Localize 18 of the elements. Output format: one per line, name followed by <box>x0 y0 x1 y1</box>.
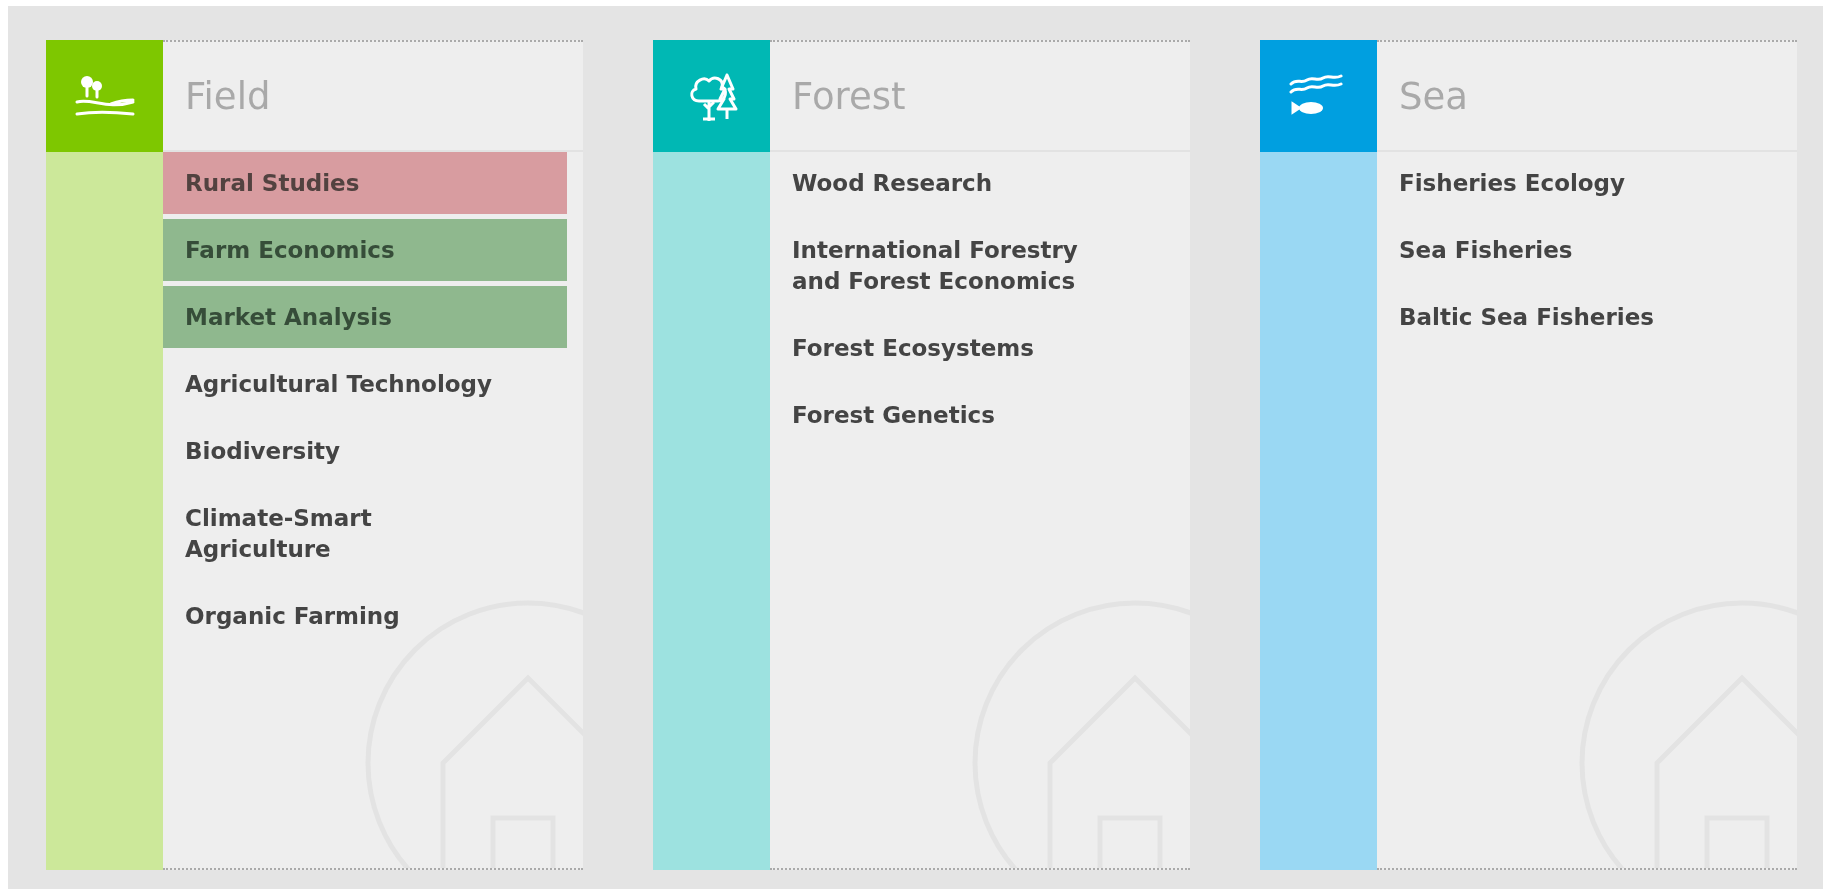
menu-item[interactable]: Fisheries Ecology <box>1377 152 1781 215</box>
menu-item[interactable]: Wood Research <box>770 152 1174 215</box>
menu-item[interactable]: Agricultural Technology <box>163 353 567 416</box>
card-title: Sea <box>1399 74 1468 118</box>
menu-item[interactable]: Biodiversity <box>163 420 567 483</box>
menu-item[interactable]: Farm Economics <box>163 219 567 282</box>
menu-item[interactable]: Forest Genetics <box>770 384 1174 447</box>
menu-item[interactable]: Market Analysis <box>163 286 567 349</box>
landscape-icon <box>74 74 135 118</box>
card-title: Field <box>185 74 271 118</box>
card-title: Forest <box>792 74 906 118</box>
menu-item[interactable]: Climate-Smart Agriculture <box>163 487 567 581</box>
menu-item[interactable]: Organic Farming <box>163 585 567 648</box>
menu-item[interactable]: Rural Studies <box>163 152 567 215</box>
menu-item[interactable]: Forest Ecosystems <box>770 317 1174 380</box>
menu-item[interactable]: International Forestry and Forest Economics <box>770 219 1174 313</box>
menu-item[interactable]: Baltic Sea Fisheries <box>1377 286 1781 349</box>
menu-item[interactable]: Sea Fisheries <box>1377 219 1781 282</box>
